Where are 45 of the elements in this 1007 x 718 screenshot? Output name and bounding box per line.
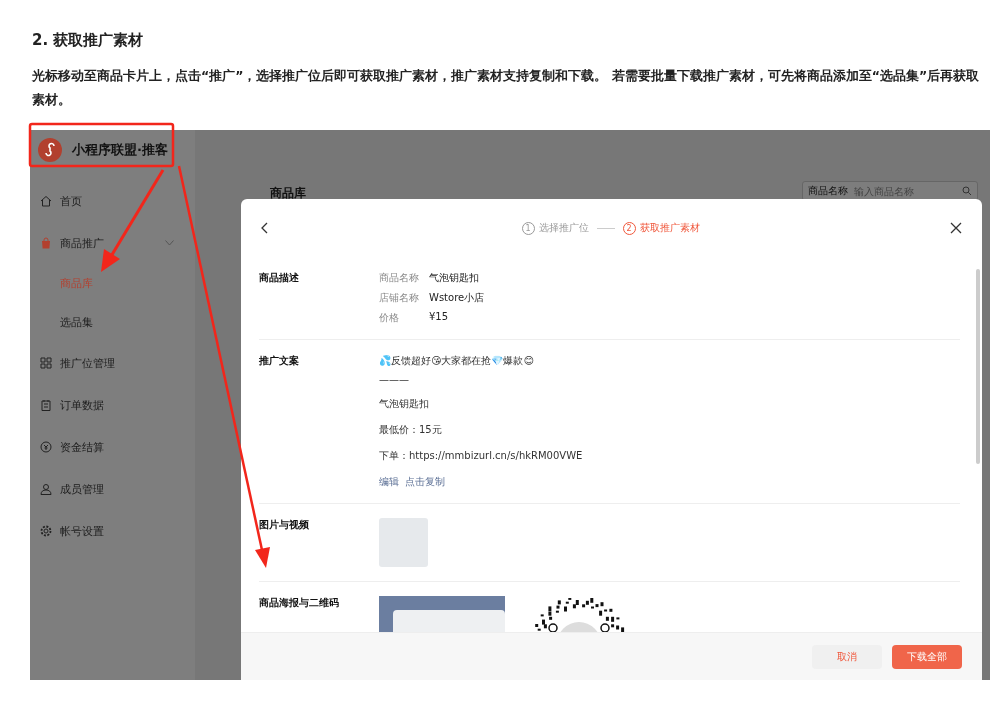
- download-all-button[interactable]: 下载全部: [892, 644, 962, 669]
- section-label: 商品描述: [259, 271, 300, 285]
- copy-text-line: ———: [379, 374, 410, 385]
- person-icon: [40, 483, 52, 495]
- field-label: 价格: [379, 311, 400, 325]
- sidebar-item[interactable]: 推广位管理: [30, 342, 190, 384]
- logo-icon: [38, 138, 62, 162]
- sidebar-item[interactable]: 成员管理: [30, 468, 190, 510]
- step-tab[interactable]: 2 获取推广素材: [622, 221, 700, 235]
- field-label: 店铺名称: [379, 291, 419, 305]
- sidebar-item[interactable]: 资金结算: [30, 426, 190, 468]
- copy-text-line: 下单：https://mmbizurl.cn/s/hkRM00VWE: [379, 449, 584, 463]
- text-link[interactable]: 编辑: [379, 475, 399, 489]
- field-label: 商品名称: [379, 271, 419, 285]
- clipboard-icon: [40, 399, 52, 411]
- section-label: 推广文案: [259, 354, 300, 368]
- home-icon: [40, 195, 52, 207]
- sidebar-item[interactable]: 选品集: [30, 303, 190, 342]
- text-link[interactable]: 点击复制: [405, 475, 445, 489]
- cancel-button[interactable]: 取消: [812, 644, 882, 669]
- section-heading: 2. 获取推广素材: [32, 30, 145, 50]
- yen-coin-icon: [40, 441, 52, 453]
- page-title: 商品库: [270, 185, 306, 202]
- field-value: ¥15: [429, 311, 450, 324]
- sidebar-item[interactable]: 商品推广: [30, 222, 190, 264]
- filter-dropdown[interactable]: 商品名称: [808, 184, 848, 198]
- grid-icon: [40, 357, 52, 369]
- shopping-bag-icon: [40, 237, 52, 249]
- section-label: 商品海报与二维码: [259, 596, 340, 610]
- copy-text-line: 气泡钥匙扣: [379, 397, 430, 411]
- close-icon[interactable]: [950, 222, 962, 234]
- app-title: 小程序联盟·推客: [72, 141, 168, 159]
- field-value: 气泡钥匙扣: [429, 271, 480, 285]
- settings-icon: [40, 525, 52, 537]
- sidebar-item[interactable]: 首页: [30, 180, 190, 222]
- search-icon[interactable]: [962, 186, 972, 196]
- sidebar-item[interactable]: 订单数据: [30, 384, 190, 426]
- section-label: 图片与视频: [259, 518, 310, 532]
- field-value: Wstore小店: [429, 291, 486, 305]
- copy-text-line: 最低价：15元: [379, 423, 443, 437]
- scrollbar-thumb[interactable]: [976, 269, 980, 464]
- instruction-paragraph: 光标移动至商品卡片上，点击“推广”，选择推广位后即可获取推广素材，推广素材支持复制和下载。 若需要批量下载推广素材，可先将商品添加至“选品集”后再获取素材。: [32, 67, 981, 109]
- sidebar-item[interactable]: 帐号设置: [30, 510, 190, 552]
- copy-text-line: 💦反馈超好😘大家都在抢💎爆款😊: [379, 354, 535, 368]
- step-tab[interactable]: 1 选择推广位: [521, 221, 589, 235]
